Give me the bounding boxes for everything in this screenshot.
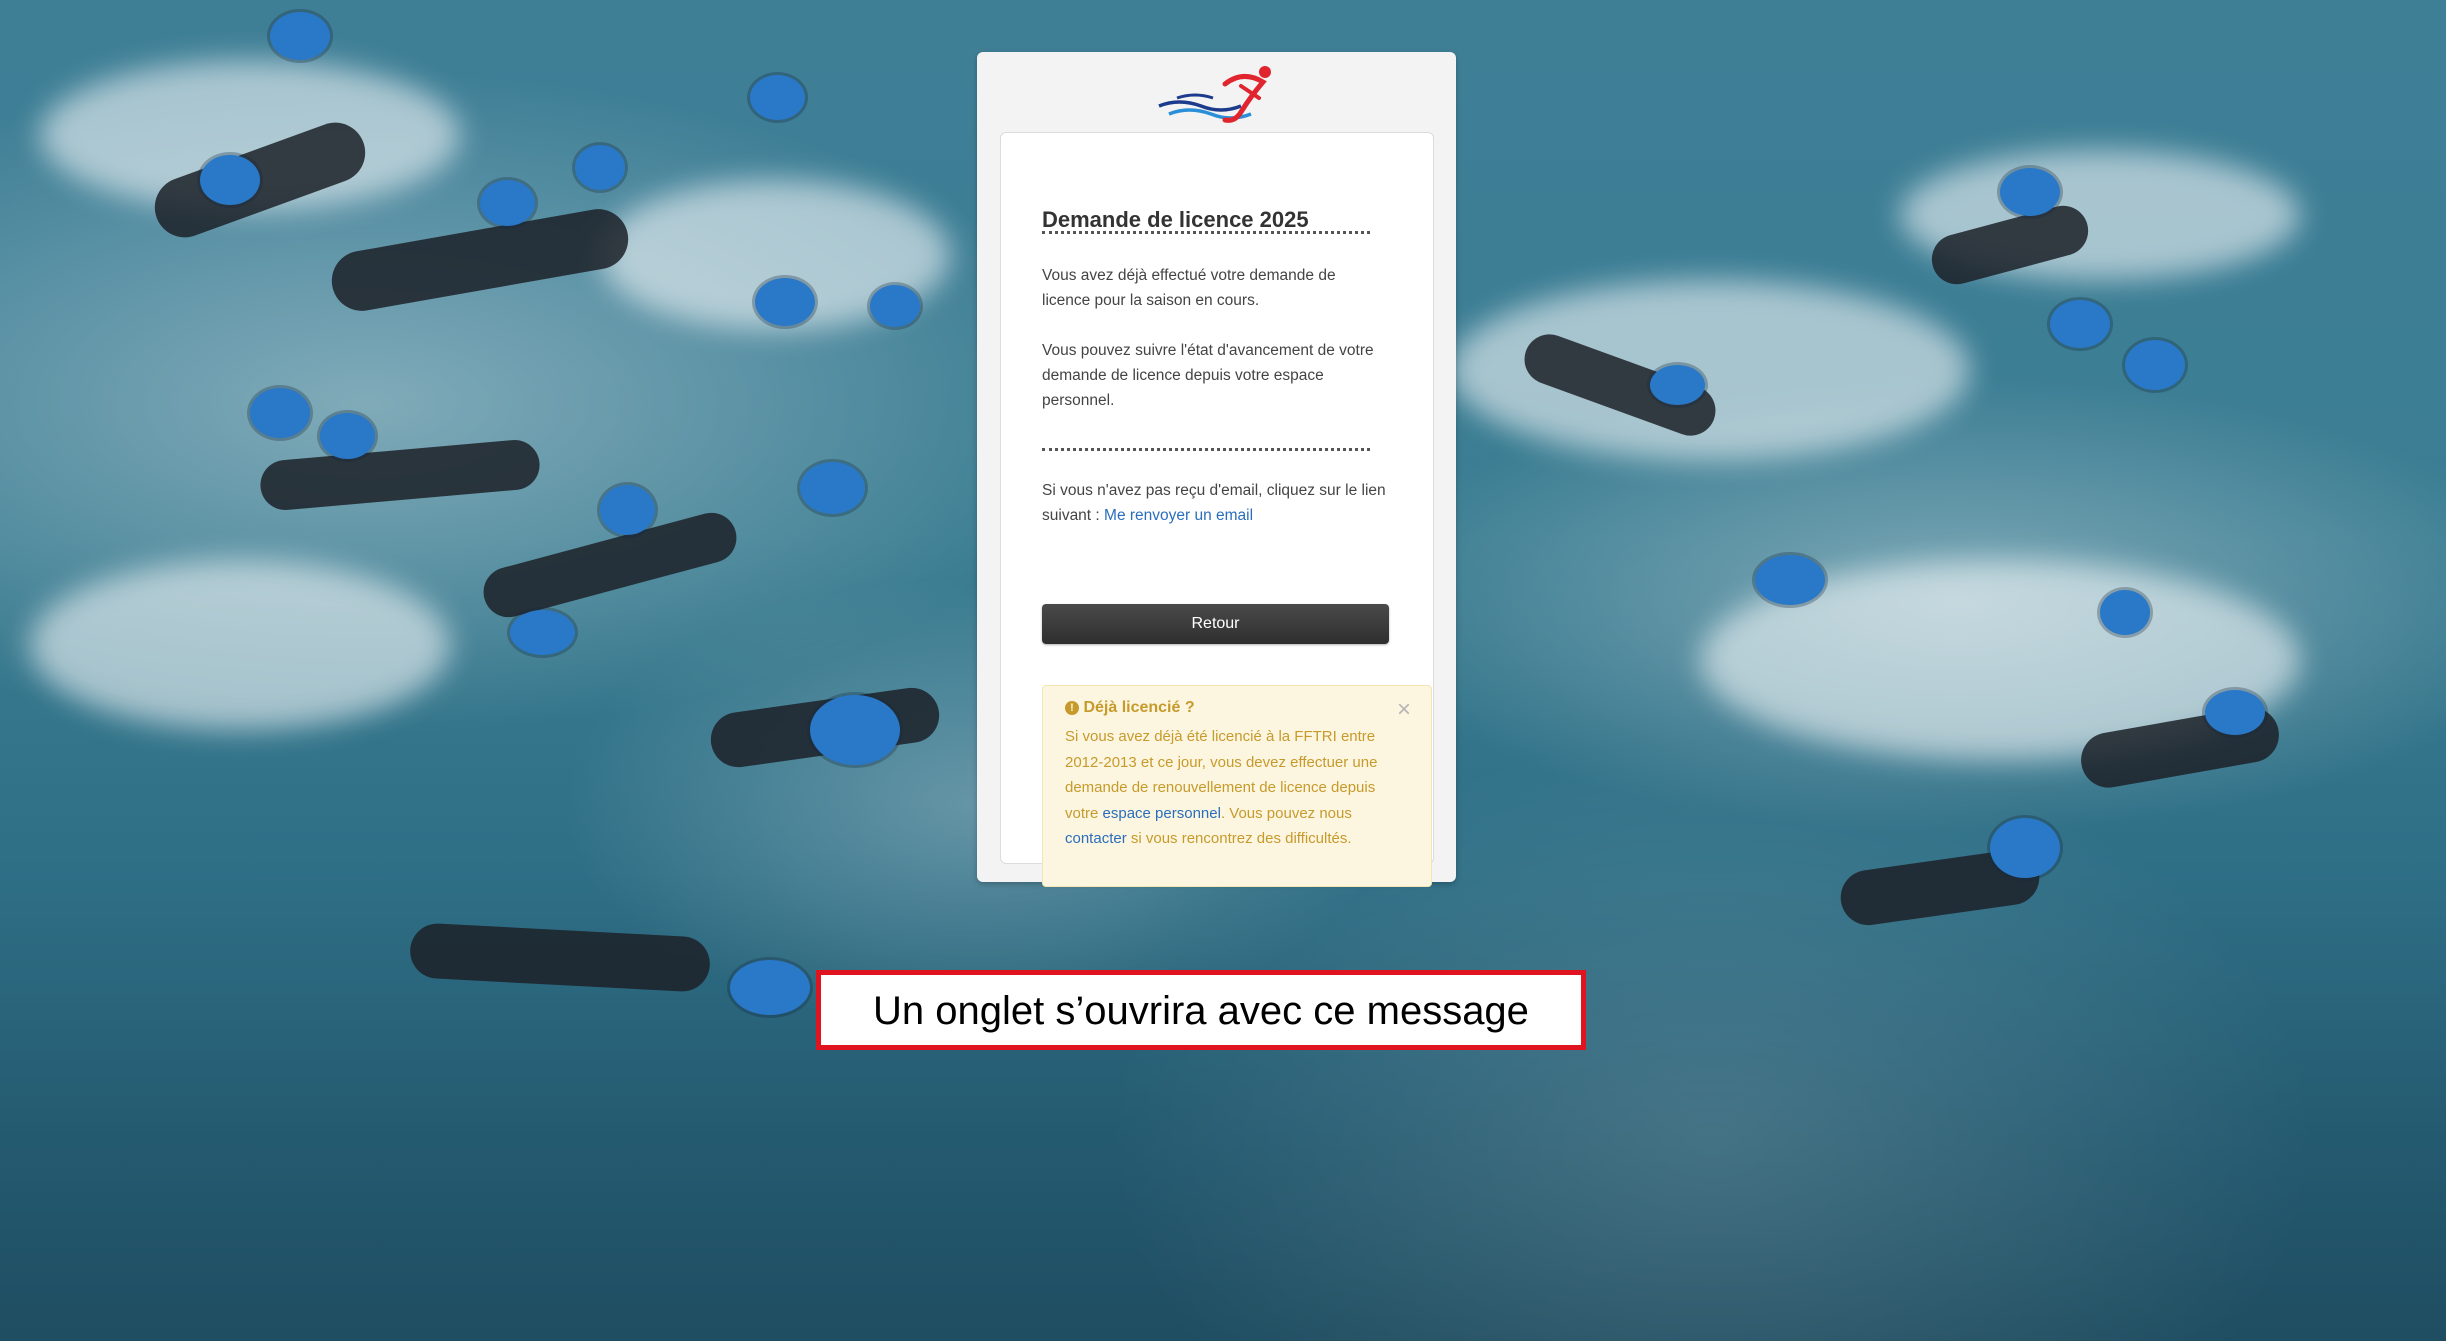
swim-cap (750, 75, 805, 120)
swim-cap (810, 695, 900, 765)
separator-top (1042, 231, 1370, 234)
info-circle-icon: ! (1065, 701, 1079, 715)
swimmer-body (327, 204, 633, 316)
swim-cap (2100, 590, 2150, 635)
swim-cap (200, 155, 260, 205)
swim-cap (250, 388, 310, 438)
contact-link[interactable]: contacter (1065, 830, 1127, 847)
swim-cap (1650, 365, 1705, 405)
alert-body: Si vous avez déjà été licencié à la FFTR… (1065, 724, 1395, 852)
license-dialog: Demande de licence 2025 Vous avez déjà e… (977, 52, 1456, 887)
swim-cap (730, 960, 810, 1015)
dialog-panel: Demande de licence 2025 Vous avez déjà e… (1000, 132, 1434, 887)
swim-cap (320, 413, 375, 459)
alert-title: Déjà licencié ? (1083, 699, 1195, 716)
swim-cap (2050, 300, 2110, 348)
swim-cap (270, 12, 330, 60)
swim-cap (2205, 690, 2265, 735)
swimmer-body (408, 922, 712, 993)
swim-cap (870, 285, 920, 327)
swim-cap (575, 145, 625, 190)
instruction-caption: Un onglet s’ouvrira avec ce message (816, 970, 1586, 1050)
already-submitted-text: Vous avez déjà effectué votre demande de… (1042, 267, 1336, 309)
fftri-logo (1158, 66, 1271, 123)
track-status-text: Vous pouvez suivre l'état d'avancement d… (1042, 342, 1374, 409)
water-foam (30, 560, 450, 730)
alert-text-2: . Vous pouvez nous (1220, 804, 1352, 822)
personal-space-link[interactable]: espace personnel (1103, 805, 1221, 822)
close-icon[interactable]: × (1397, 696, 1411, 724)
swim-cap (800, 462, 865, 514)
swim-cap (1755, 555, 1825, 605)
dialog-title: Demande de licence 2025 (1042, 207, 1309, 232)
swimmer-body (258, 437, 542, 513)
swim-cap (480, 180, 535, 226)
separator-bottom (1042, 448, 1370, 451)
swim-cap (755, 278, 815, 326)
resend-email-link[interactable]: Me renvoyer un email (1104, 507, 1253, 524)
resend-paragraph: Si vous n'avez pas reçu d'email, cliquez… (1042, 478, 1392, 528)
swim-cap (1990, 818, 2060, 878)
back-button[interactable]: Retour (1042, 604, 1389, 644)
alert-text-3: si vous rencontrez des difficultés. (1126, 830, 1352, 847)
swim-cap (2000, 168, 2060, 216)
swim-cap (2125, 340, 2185, 390)
already-licensed-alert: ! Déjà licencié ? × Si vous avez déjà ét… (1042, 685, 1432, 887)
swim-cap (600, 485, 655, 535)
swim-cap (510, 610, 575, 655)
alert-heading: ! Déjà licencié ? (1065, 699, 1195, 717)
